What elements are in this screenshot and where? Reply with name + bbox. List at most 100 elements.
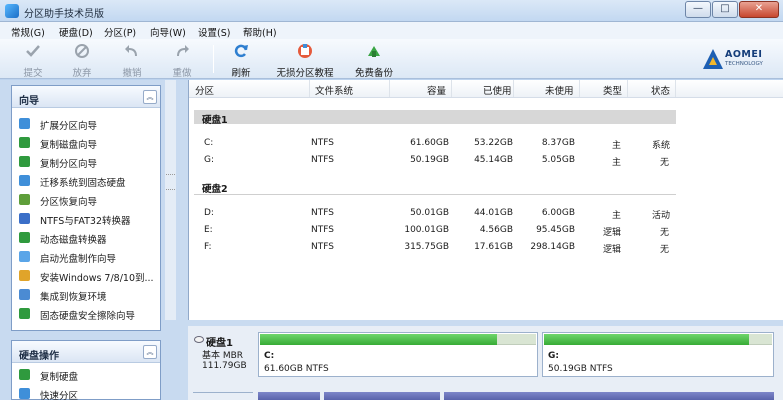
lossless-tutorial-label: 无损分区教程	[276, 68, 334, 79]
column-separator[interactable]	[451, 80, 452, 97]
column-status[interactable]: 状态	[651, 83, 670, 97]
column-filesystem[interactable]: 文件系统	[315, 83, 353, 97]
wizard-item[interactable]: 扩展分区向导	[12, 114, 160, 133]
table-row[interactable]: D: NTFS 50.01GB 44.01GB 6.00GB 主 活动	[189, 205, 783, 222]
maximize-button[interactable]: □	[712, 1, 738, 18]
partition-block-f[interactable]	[444, 392, 774, 400]
table-row[interactable]: C: NTFS 61.60GB 53.22GB 8.37GB 主 系统	[189, 135, 783, 152]
partition-block-c[interactable]: C: 61.60GB NTFS	[258, 332, 538, 377]
column-separator[interactable]	[675, 80, 676, 97]
disk1-group-header[interactable]: 硬盘1	[194, 110, 676, 126]
cell-used: 45.14GB	[474, 155, 513, 165]
column-separator[interactable]	[513, 80, 514, 97]
logo-sub: TECHNOLOGY	[725, 61, 763, 67]
redo-button[interactable]: 重做	[167, 42, 197, 79]
free-backup-button[interactable]: 免费备份	[351, 42, 397, 79]
sidebar-scrollbar[interactable]	[165, 80, 176, 320]
wizard-item[interactable]: 固态硬盘安全擦除向导	[12, 304, 160, 323]
menu-wizard[interactable]: 向导(W)	[150, 25, 186, 39]
wizard-panel-header[interactable]: 向导 ︽	[12, 86, 160, 108]
wizard-item[interactable]: 快速分区	[12, 384, 160, 400]
column-free[interactable]: 未使用	[545, 83, 574, 97]
wizard-item-label: NTFS与FAT32转换器	[40, 216, 131, 227]
partition-table: 分区 文件系统 容量 已使用 未使用 类型 状态 硬盘1 C: NTFS 61.…	[188, 80, 783, 320]
column-used[interactable]: 已使用	[483, 83, 512, 97]
disk-ops-panel-header[interactable]: 硬盘操作 ︽	[12, 341, 160, 363]
menu-disk[interactable]: 硬盘(D)	[59, 25, 93, 39]
window-title: 分区助手技术员版	[24, 9, 104, 20]
wizard-item[interactable]: 复制分区向导	[12, 152, 160, 171]
app-icon	[5, 4, 19, 18]
table-row[interactable]: F: NTFS 315.75GB 17.61GB 298.14GB 逻辑 无	[189, 239, 783, 256]
commit-button[interactable]: 提交	[18, 42, 48, 79]
cell-filesystem: NTFS	[311, 138, 334, 148]
wizard-item[interactable]: 动态磁盘转换器	[12, 228, 160, 247]
left-sidebar: 向导 ︽ 扩展分区向导 复制磁盘向导 复制分区向导 迁移系统到固态硬盘 分区恢复向导 NT…	[0, 80, 180, 400]
partition-letter: G:	[548, 351, 559, 361]
wizard-item[interactable]: 分区恢复向导	[12, 190, 160, 209]
free-backup-label: 免费备份	[354, 68, 393, 79]
table-row[interactable]: G: NTFS 50.19GB 45.14GB 5.05GB 主 无	[189, 152, 783, 169]
partition-desc: 50.19GB NTFS	[548, 364, 613, 374]
column-separator[interactable]	[579, 80, 580, 97]
column-capacity[interactable]: 容量	[427, 83, 446, 97]
refresh-button[interactable]: 刷新	[226, 42, 256, 79]
column-separator[interactable]	[309, 80, 310, 97]
wizard-item[interactable]: 复制磁盘向导	[12, 133, 160, 152]
wizard-item[interactable]: 安装Windows 7/8/10到...	[12, 266, 160, 285]
wizard-item-label: 动态磁盘转换器	[40, 235, 107, 246]
disk1-card[interactable]: 硬盘1 基本 MBR 111.79GB	[193, 330, 253, 378]
cell-filesystem: NTFS	[311, 208, 334, 218]
partition-block-e[interactable]	[324, 392, 440, 400]
dynamic-disk-converter-icon	[19, 232, 30, 243]
cell-filesystem: NTFS	[311, 155, 334, 165]
cell-type: 逻辑	[603, 228, 622, 238]
bootable-media-icon	[19, 251, 30, 262]
menu-settings[interactable]: 设置(S)	[198, 25, 230, 39]
undo-label: 撤销	[122, 68, 142, 79]
cell-used: 44.01GB	[474, 208, 513, 218]
column-partition[interactable]: 分区	[195, 83, 214, 97]
cell-free: 298.14GB	[530, 242, 575, 252]
collapse-chevron-icon[interactable]: ︽	[143, 90, 157, 104]
cell-free: 5.05GB	[541, 155, 575, 165]
partition-block-d[interactable]	[258, 392, 320, 400]
divider	[194, 194, 676, 195]
close-button[interactable]: ✕	[739, 1, 779, 18]
usage-bar	[544, 334, 772, 345]
table-row[interactable]: E: NTFS 100.01GB 4.56GB 95.45GB 逻辑 无	[189, 222, 783, 239]
cell-status: 活动	[652, 211, 671, 221]
menu-help[interactable]: 帮助(H)	[243, 25, 277, 39]
column-separator[interactable]	[627, 80, 628, 97]
column-type[interactable]: 类型	[603, 83, 622, 97]
title-bar: 分区助手技术员版 — □ ✕	[0, 0, 783, 22]
undo-button[interactable]: 撤销	[117, 42, 147, 79]
wizard-item[interactable]: 启动光盘制作向导	[12, 247, 160, 266]
collapse-chevron-icon[interactable]: ︽	[143, 345, 157, 359]
cell-status: 无	[660, 158, 670, 168]
partition-block-g[interactable]: G: 50.19GB NTFS	[542, 332, 774, 377]
scroll-grip[interactable]	[166, 174, 175, 190]
hard-disk-icon	[194, 336, 204, 343]
menu-general[interactable]: 常规(G)	[11, 25, 45, 39]
disk2-card[interactable]	[193, 392, 253, 400]
disk1-size: 111.79GB	[202, 361, 247, 371]
wizard-item[interactable]: 集成到恢复环境	[12, 285, 160, 304]
column-separator[interactable]	[389, 80, 390, 97]
wizard-item-label: 快速分区	[40, 391, 79, 400]
vertical-splitter[interactable]	[180, 80, 188, 400]
toolbar-separator	[213, 45, 214, 73]
tutorial-icon	[298, 44, 312, 58]
wizard-item[interactable]: NTFS与FAT32转换器	[12, 209, 160, 228]
partition-letter: C:	[264, 351, 275, 361]
menu-partition[interactable]: 分区(P)	[104, 25, 136, 39]
wizard-item[interactable]: 复制硬盘	[12, 365, 160, 384]
minimize-button[interactable]: —	[685, 1, 711, 18]
backup-icon	[368, 46, 380, 57]
cell-capacity: 100.01GB	[404, 225, 449, 235]
windows-to-go-icon	[19, 270, 30, 281]
disk2-group-header[interactable]: 硬盘2	[194, 179, 676, 195]
wizard-item[interactable]: 迁移系统到固态硬盘	[12, 171, 160, 190]
lossless-tutorial-button[interactable]: 无损分区教程	[272, 42, 338, 79]
discard-button[interactable]: 放弃	[67, 42, 97, 79]
